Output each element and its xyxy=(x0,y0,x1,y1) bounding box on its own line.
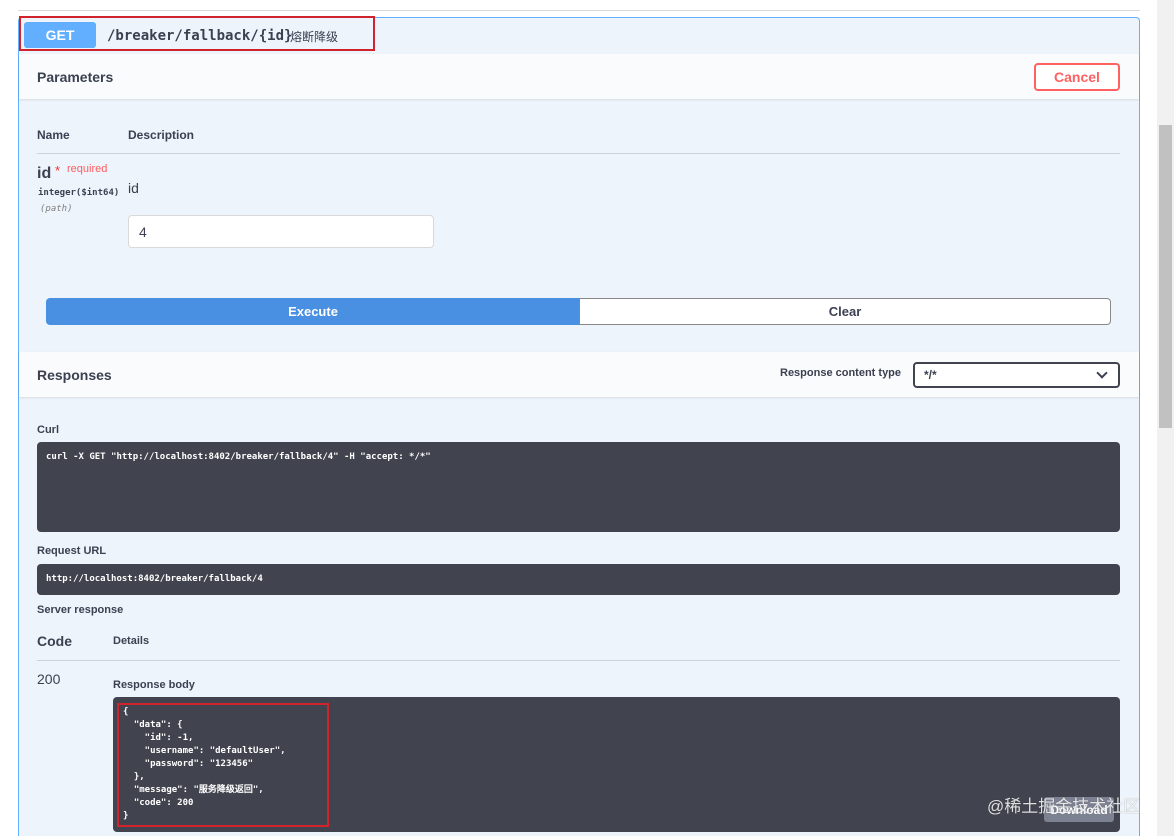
scrollbar-thumb[interactable] xyxy=(1159,125,1172,428)
chevron-down-icon xyxy=(1096,367,1108,379)
cancel-button[interactable]: Cancel xyxy=(1034,63,1120,91)
top-divider xyxy=(18,10,1140,11)
curl-label: Curl xyxy=(37,424,59,436)
code-column-header: Code xyxy=(37,633,72,649)
param-location: (path) xyxy=(40,204,73,214)
request-url-label: Request URL xyxy=(37,545,107,557)
clear-button[interactable]: Clear xyxy=(579,298,1111,325)
responses-title: Responses xyxy=(37,367,112,383)
parameters-title: Parameters xyxy=(37,69,114,85)
response-body-label: Response body xyxy=(113,679,195,691)
response-content-type-select[interactable]: */* xyxy=(913,362,1120,388)
response-body-highlight-box xyxy=(117,703,329,827)
response-content-type-value: */* xyxy=(924,368,937,382)
server-response-label: Server response xyxy=(37,604,124,616)
col-description-header: Description xyxy=(128,128,195,142)
param-id-input[interactable] xyxy=(128,215,434,248)
curl-code-block[interactable]: curl -X GET "http://localhost:8402/break… xyxy=(37,442,1120,532)
col-name-header: Name xyxy=(37,128,70,142)
watermark: @稀土掘金技术社区 xyxy=(987,797,1141,816)
param-description: id xyxy=(128,180,139,196)
details-column-header: Details xyxy=(113,635,150,647)
response-table-divider xyxy=(37,660,1120,661)
param-required-star: * xyxy=(55,163,61,178)
execute-button[interactable]: Execute xyxy=(46,298,580,325)
param-type: integer($int64) xyxy=(38,188,120,198)
parameters-header: Parameters xyxy=(19,54,1139,99)
param-required-label: required xyxy=(67,163,108,175)
response-status-code: 200 xyxy=(37,671,61,687)
param-table-divider xyxy=(37,153,1120,154)
request-url-block[interactable]: http://localhost:8402/breaker/fallback/4 xyxy=(37,564,1120,595)
param-name: id xyxy=(37,165,52,182)
summary-highlight-box xyxy=(19,16,375,51)
response-content-type-label: Response content type xyxy=(780,367,902,379)
